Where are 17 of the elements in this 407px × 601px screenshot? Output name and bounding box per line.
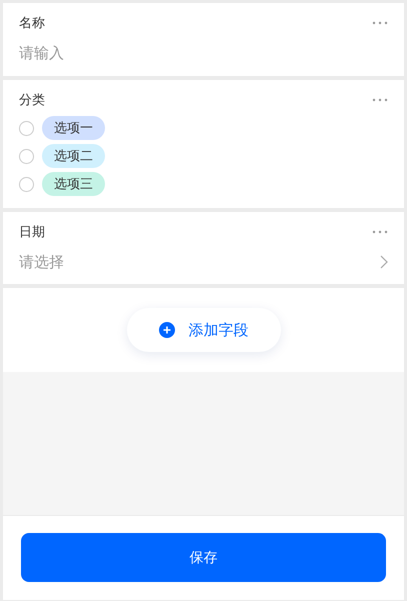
more-icon[interactable] [372, 230, 388, 234]
chevron-right-icon [380, 255, 388, 269]
radio-button[interactable] [19, 176, 34, 192]
radio-button[interactable] [19, 148, 34, 164]
more-icon[interactable] [372, 98, 388, 102]
form-field-card[interactable]: 名称 请输入 [3, 3, 404, 76]
option-tag[interactable]: 选项三 [42, 172, 105, 196]
save-button[interactable]: 保存 [21, 533, 386, 582]
plus-icon [158, 322, 174, 338]
radio-button[interactable] [19, 120, 34, 136]
option-tag[interactable]: 选项二 [42, 144, 105, 168]
field-label: 名称 [19, 15, 45, 32]
option-tag[interactable]: 选项一 [42, 116, 105, 140]
field-label: 日期 [19, 224, 45, 241]
add-field-button[interactable]: 添加字段 [126, 308, 280, 352]
field-label: 分类 [19, 92, 45, 109]
more-icon[interactable] [372, 21, 388, 25]
